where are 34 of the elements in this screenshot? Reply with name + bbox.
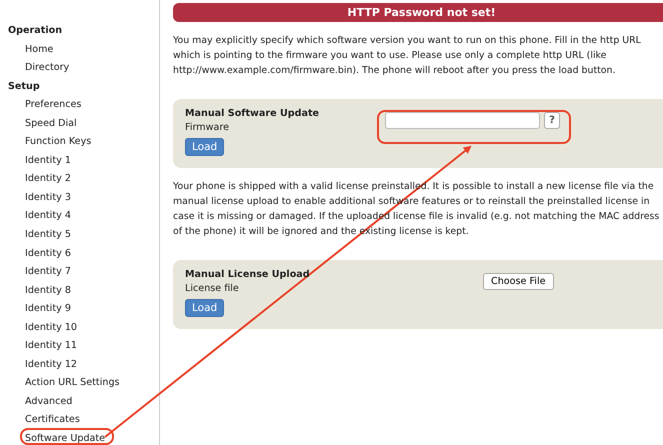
nav-link[interactable]: Identity 12	[25, 356, 78, 374]
nav-link[interactable]: Directory	[25, 59, 70, 78]
nav-link[interactable]: Identity 2	[25, 170, 71, 189]
field-label: License file	[185, 283, 240, 294]
load-button[interactable]: Load	[185, 138, 224, 156]
nav-link[interactable]: Identity 5	[25, 226, 71, 245]
choose-file-button[interactable]: Choose File	[483, 273, 554, 290]
nav-link[interactable]: Identity 6	[25, 244, 71, 264]
nav-link[interactable]: Software Update	[25, 430, 106, 445]
nav-heading: Setup	[7, 80, 41, 94]
nav-link[interactable]: Action URL Settings	[25, 374, 120, 393]
intro-text: You may explicitly specify which software version you want to run on this phone. Fill in the http URL which is pointing to the firmware you want to use. Please use only a complete http URL (like http://www.example.com/firmware.bin). The phone will reboot after you press the load button.	[173, 34, 642, 78]
nav-heading: Operation	[7, 24, 64, 38]
panel-title: Manual License Upload	[185, 269, 310, 280]
nav-link[interactable]: Identity 9	[25, 300, 71, 319]
nav-link[interactable]: Identity 8	[25, 282, 71, 300]
nav-link[interactable]: Identity 10	[25, 318, 78, 338]
help-button[interactable]: ?	[544, 112, 560, 129]
field-label: Firmware	[185, 122, 230, 133]
nav-link[interactable]: Identity 1	[25, 152, 71, 170]
nav-link[interactable]: Identity 3	[25, 188, 71, 208]
nav-link[interactable]: Preferences	[25, 96, 82, 115]
nav-link[interactable]: Function Keys	[25, 133, 92, 152]
firmware-url-field[interactable]	[385, 112, 540, 129]
panel-title: Manual Software Update	[185, 108, 320, 119]
nav-link[interactable]: Identity 11	[25, 337, 78, 356]
load-button[interactable]: Load	[185, 299, 224, 317]
nav-link[interactable]: Speed Dial	[25, 114, 77, 134]
nav-link[interactable]: Advanced	[25, 392, 72, 412]
nav-link[interactable]: Certificates	[25, 411, 80, 430]
nav-link[interactable]: Identity 7	[25, 263, 71, 282]
nav-link[interactable]: Identity 4	[25, 207, 71, 226]
warning-banner: HTTP Password not set!	[173, 3, 663, 22]
nav-link[interactable]: Home	[25, 40, 54, 60]
